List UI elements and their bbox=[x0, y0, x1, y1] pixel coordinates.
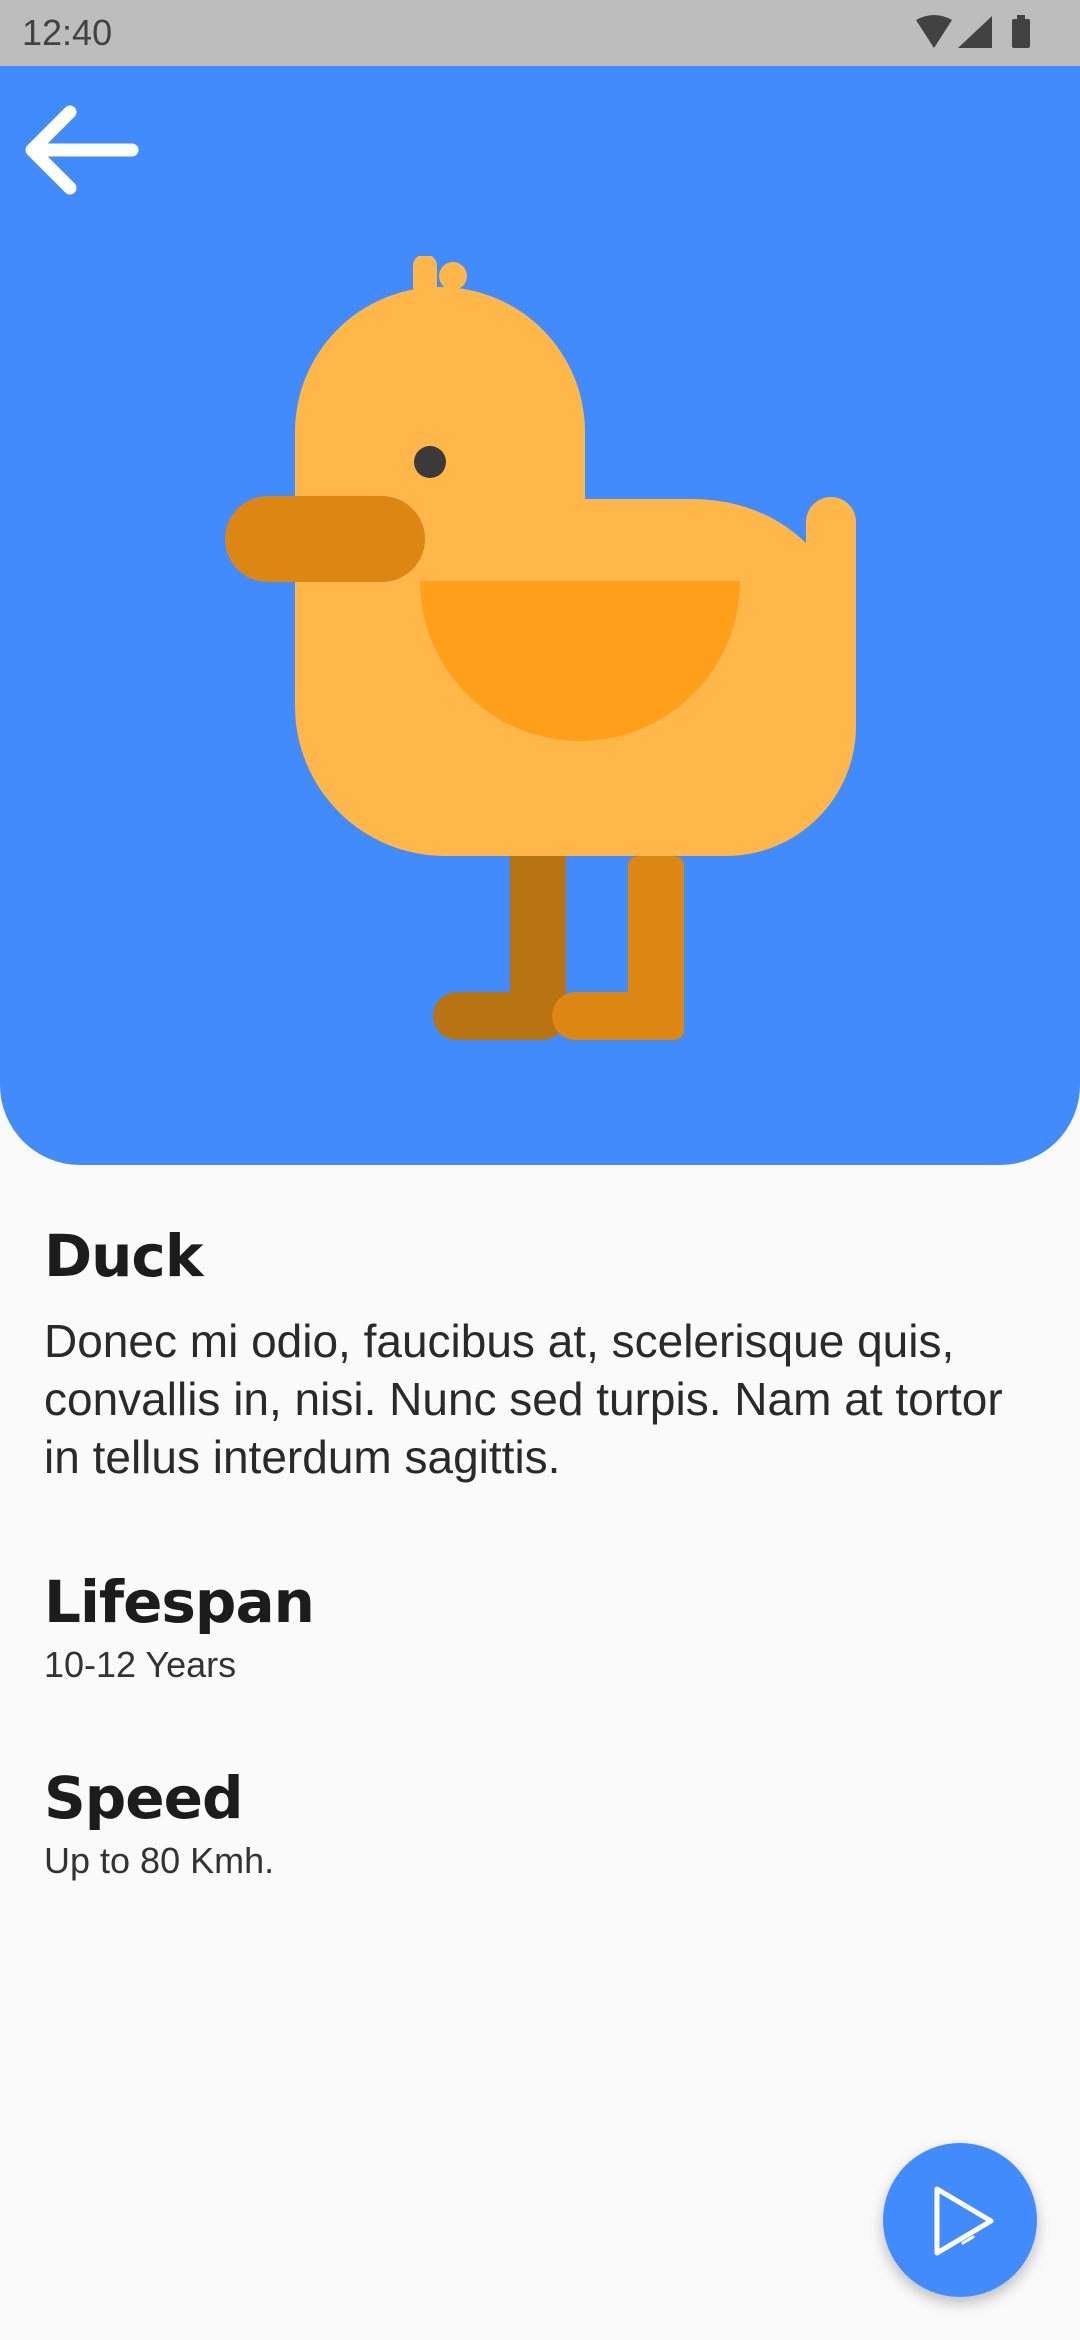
speed-value: Up to 80 Kmh. bbox=[44, 1840, 275, 1881]
status-icons bbox=[916, 15, 1030, 48]
wifi-icon bbox=[916, 15, 952, 48]
arrow-left-icon bbox=[25, 105, 139, 195]
duck-illustration bbox=[225, 256, 856, 1040]
back-button[interactable] bbox=[22, 102, 142, 222]
lifespan-value: 10-12 Years bbox=[44, 1644, 237, 1685]
animal-name: Duck bbox=[44, 1222, 203, 1290]
signal-icon bbox=[958, 16, 992, 48]
speed-section: Speed Up to 80 Kmh. bbox=[44, 1764, 1034, 1882]
animal-description: Donec mi odio, faucibus at, scelerisque … bbox=[44, 1315, 1003, 1483]
animal-details: Duck Donec mi odio, faucibus at, sceleri… bbox=[44, 1222, 1034, 1882]
lifespan-title: Lifespan bbox=[44, 1568, 315, 1636]
play-icon bbox=[934, 2186, 994, 2256]
speed-title: Speed bbox=[44, 1764, 243, 1832]
play-button[interactable] bbox=[883, 2143, 1037, 2297]
hero-banner bbox=[0, 66, 1080, 1165]
status-bar: 12:40 bbox=[0, 0, 1080, 66]
status-time: 12:40 bbox=[22, 12, 113, 53]
lifespan-section: Lifespan 10-12 Years bbox=[44, 1568, 1034, 1686]
battery-icon bbox=[1012, 15, 1030, 48]
